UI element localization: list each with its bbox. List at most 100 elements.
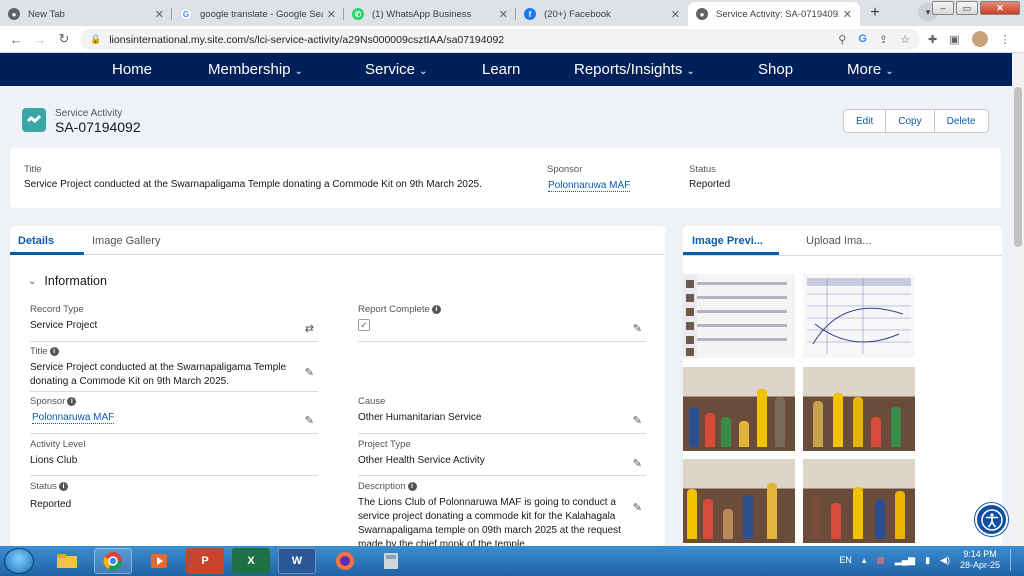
field-record-type: Record Type Service Project ⇄ [30,304,318,342]
info-icon[interactable]: i [49,347,59,356]
google-lens-icon[interactable]: G [858,33,867,46]
delete-button[interactable]: Delete [935,110,988,132]
maximize-button[interactable]: ▭ [956,1,978,15]
tab-title: New Tab [28,8,65,20]
reload-button[interactable]: ↻ [52,31,76,47]
edit-button[interactable]: Edit [844,110,887,132]
edit-pencil-icon[interactable]: ✎ [633,457,642,470]
browser-tab-facebook[interactable]: f (20+) Facebook ✕ [516,2,688,26]
chrome-icon: ● [8,8,20,20]
gallery-image-4[interactable] [803,367,915,451]
section-title: Information [44,274,107,288]
tray-expand-icon[interactable]: ▴ [862,555,867,566]
section-information-toggle[interactable]: ⌄ Information [28,274,107,288]
browser-tab-google-translate[interactable]: G google translate - Google Sea ✕ [172,2,344,26]
forward-button[interactable]: → [28,32,52,47]
close-icon[interactable]: ✕ [671,8,680,21]
menu-kebab-icon[interactable]: ⋮ [1000,33,1011,46]
close-window-button[interactable]: ✕ [980,1,1020,15]
tab-upload-image[interactable]: Upload Ima... [806,235,871,247]
file-explorer-icon[interactable] [48,548,86,574]
word-icon[interactable]: W [278,548,316,574]
nav-service[interactable]: Service ⌄ [365,61,427,78]
powerpoint-icon[interactable]: P [186,548,224,574]
browser-tab-service-activity[interactable]: ● Service Activity: SA-07194092 ✕ [688,2,860,26]
tab-title: (1) WhatsApp Business [372,8,472,20]
new-tab-button[interactable]: + [864,2,886,24]
gallery-image-5[interactable] [683,459,795,543]
highlight-sponsor-link[interactable]: Polonnaruwa MAF [548,180,631,192]
change-record-type-icon[interactable]: ⇄ [305,322,314,335]
edit-pencil-icon[interactable]: ✎ [633,322,642,335]
gallery-image-3[interactable] [683,367,795,451]
scrollbar-thumb[interactable] [1014,87,1022,247]
chrome-taskbar-icon[interactable] [94,548,132,574]
side-panel-icon[interactable]: ▣ [949,33,959,46]
close-icon[interactable]: ✕ [499,8,508,21]
details-card: Details Image Gallery ⌄ Information Reco… [10,226,665,546]
info-icon[interactable]: i [67,397,77,406]
address-bar[interactable]: 🔒 lionsinternational.my.site.com/s/lci-s… [80,29,920,50]
volume-icon[interactable]: ◀) [940,555,950,566]
close-icon[interactable]: ✕ [843,8,852,21]
nav-shop[interactable]: Shop [758,61,793,78]
minimize-button[interactable]: – [932,1,954,15]
profile-avatar[interactable] [971,31,988,47]
tab-title: (20+) Facebook [544,8,611,20]
tab-image-gallery[interactable]: Image Gallery [92,235,160,247]
show-desktop-button[interactable] [1010,549,1018,571]
tab-details[interactable]: Details [18,235,54,247]
gallery-image-1[interactable] [683,274,795,358]
info-icon[interactable]: i [407,482,417,491]
calculator-icon[interactable] [372,548,410,574]
edit-pencil-icon[interactable]: ✎ [633,414,642,427]
browser-tab-strip: ● New Tab ✕ G google translate - Google … [0,0,1024,26]
gallery-image-2[interactable] [803,274,915,358]
firefox-icon[interactable] [326,548,364,574]
browser-toolbar: ← → ↻ 🔒 lionsinternational.my.site.com/s… [0,26,1024,53]
nav-home[interactable]: Home [112,61,152,78]
nav-membership[interactable]: Membership ⌄ [208,61,303,78]
media-player-icon[interactable] [140,548,178,574]
close-icon[interactable]: ✕ [155,8,164,21]
tab-image-preview[interactable]: Image Previ... [692,235,763,247]
field-project-type: Project Type Other Health Service Activi… [358,439,646,476]
start-button[interactable] [4,548,34,574]
gallery-image-6[interactable] [803,459,915,543]
field-title: Title i Service Project conducted at the … [30,346,318,392]
lock-icon[interactable]: 🔒 [90,34,101,45]
back-button[interactable]: ← [4,32,28,47]
page-scrollbar[interactable] [1012,53,1024,546]
signal-icon[interactable]: ▂▄▆ [895,555,915,566]
report-complete-checkbox[interactable]: ✓ [358,319,370,331]
close-icon[interactable]: ✕ [327,8,336,21]
excel-icon[interactable]: X [232,548,270,574]
chevron-down-icon: ⌄ [686,66,695,77]
highlight-status-label: Status [689,164,716,175]
chevron-down-icon: ⌄ [885,66,894,77]
bookmark-star-icon[interactable]: ☆ [900,33,910,46]
location-icon[interactable]: ⚲ [838,33,846,46]
battery-icon[interactable]: ▮ [925,555,930,566]
share-icon[interactable]: ⇪ [879,33,888,46]
accessibility-button[interactable] [975,503,1008,536]
tab-title: Service Activity: SA-07194092 [716,8,839,20]
field-description: Description i The Lions Club of Polonnaru… [358,481,642,546]
browser-tab-new-tab[interactable]: ● New Tab ✕ [0,2,172,26]
taskbar-clock[interactable]: 9:14 PM 28-Apr-25 [960,549,1000,571]
antivirus-icon[interactable]: ▦ [876,555,885,566]
browser-tab-whatsapp[interactable]: ✆ (1) WhatsApp Business ✕ [344,2,516,26]
sponsor-link[interactable]: Polonnaruwa MAF [32,412,115,424]
info-icon[interactable]: i [58,482,68,491]
extensions-puzzle-icon[interactable]: ✚ [928,33,937,46]
nav-reports-insights[interactable]: Reports/Insights ⌄ [574,61,695,78]
nav-more[interactable]: More ⌄ [847,61,894,78]
field-activity-level: Activity Level Lions Club [30,439,318,476]
edit-pencil-icon[interactable]: ✎ [633,501,642,514]
copy-button[interactable]: Copy [886,110,935,132]
nav-learn[interactable]: Learn [482,61,520,78]
language-indicator[interactable]: EN [839,555,852,565]
edit-pencil-icon[interactable]: ✎ [305,414,314,427]
info-icon[interactable]: i [431,305,441,314]
edit-pencil-icon[interactable]: ✎ [305,366,314,379]
